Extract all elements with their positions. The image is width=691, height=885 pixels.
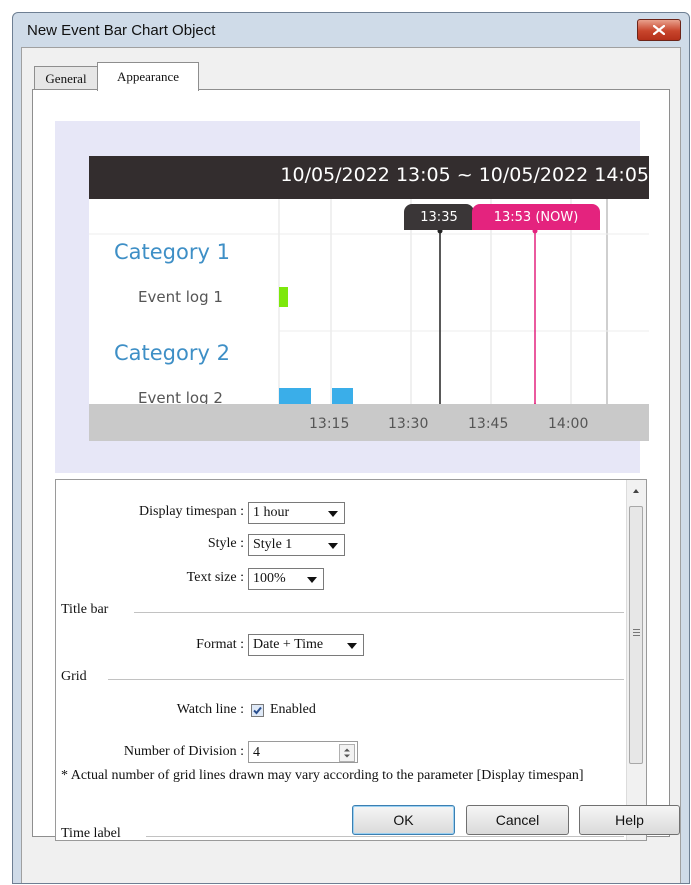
dropdown-arrow-icon (347, 643, 357, 649)
dropdown-arrow-icon (307, 577, 317, 583)
format-select[interactable]: Date + Time (248, 634, 364, 656)
time-tick-label: 13:30 (388, 416, 429, 432)
time-tick-label: 13:45 (468, 416, 509, 432)
section-divider (108, 679, 624, 680)
display-timespan-select[interactable]: 1 hour (248, 502, 345, 524)
window-title: New Event Bar Chart Object (27, 22, 216, 39)
time-tick-label: 13:15 (309, 416, 350, 432)
chart-preview-area: 10/05/2022 13:05 ~ 10/05/2022 14:05 13:3… (55, 121, 649, 473)
grip-icon (633, 629, 640, 630)
number-of-division-label: Number of Division : (123, 744, 244, 759)
number-of-division-value: 4 (253, 745, 260, 760)
help-button[interactable]: Help (579, 805, 680, 835)
event-bar (279, 388, 311, 404)
text-size-select[interactable]: 100% (248, 568, 324, 590)
format-label: Format : (196, 637, 244, 652)
form-scrollbar[interactable] (626, 480, 646, 840)
dialog-client-area: General Appearance 10/05/2022 13:05 ~ 10… (21, 47, 681, 883)
text-size-value: 100% (253, 571, 286, 586)
style-select[interactable]: Style 1 (248, 534, 345, 556)
title-bar-section-label: Title bar (61, 602, 109, 617)
section-divider (134, 612, 624, 613)
section-divider (146, 836, 624, 837)
tab-general[interactable]: General (34, 66, 98, 90)
display-timespan-label: Display timespan : (139, 504, 244, 519)
category-label: Category 2 (114, 341, 230, 365)
appearance-panel: 10/05/2022 13:05 ~ 10/05/2022 14:05 13:3… (32, 89, 670, 841)
close-button[interactable] (637, 19, 681, 41)
format-value: Date + Time (253, 637, 324, 652)
settings-form: Display timespan : 1 hour Style : Style … (55, 479, 647, 841)
dropdown-arrow-icon (328, 543, 338, 549)
event-bar-chart-preview: 10/05/2022 13:05 ~ 10/05/2022 14:05 13:3… (89, 156, 649, 441)
spin-up-down-icon (344, 748, 350, 758)
dropdown-arrow-icon (328, 511, 338, 517)
spinner-buttons[interactable] (339, 744, 355, 762)
category-label: Category 1 (114, 240, 230, 264)
watch-line-label: Watch line : (176, 702, 244, 717)
grid-section-label: Grid (61, 669, 87, 684)
grid-note: * Actual number of grid lines drawn may … (61, 768, 584, 783)
style-label: Style : (207, 536, 244, 551)
ok-button[interactable]: OK (352, 805, 455, 835)
style-value: Style 1 (253, 537, 293, 552)
event-bar (332, 388, 353, 404)
title-bar[interactable]: New Event Bar Chart Object (13, 13, 689, 49)
number-of-division-spinner[interactable]: 4 (248, 741, 358, 763)
watch-line-checkbox[interactable] (251, 704, 264, 717)
event-log-label: Event log 1 (138, 288, 223, 306)
tab-appearance[interactable]: Appearance (97, 62, 199, 91)
time-tick-label: 14:00 (548, 416, 589, 432)
checkmark-icon (253, 706, 262, 715)
cancel-button[interactable]: Cancel (466, 805, 569, 835)
event-bar (279, 287, 288, 307)
text-size-label: Text size : (186, 570, 244, 585)
watch-line-enabled-label[interactable]: Enabled (270, 702, 316, 718)
display-timespan-value: 1 hour (253, 505, 290, 520)
scroll-up-icon[interactable] (631, 486, 641, 496)
close-icon (653, 25, 665, 35)
watch-line-label: 13:35 (404, 204, 474, 230)
time-label-section-label: Time label (61, 826, 121, 841)
dialog-window: New Event Bar Chart Object General Appea… (12, 12, 690, 884)
now-line-label: 13:53 (NOW) (472, 204, 600, 230)
scrollbar-thumb[interactable] (629, 506, 643, 764)
